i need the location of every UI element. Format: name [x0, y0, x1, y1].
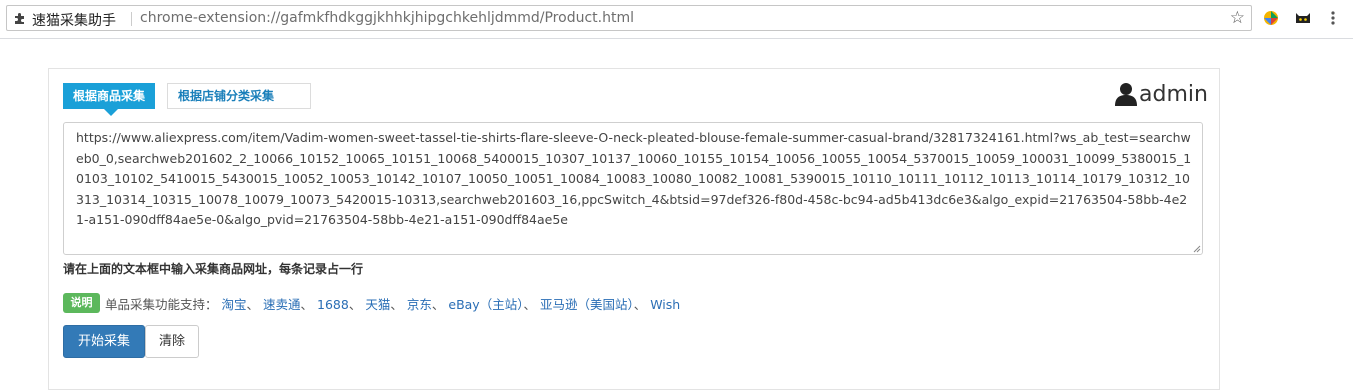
- platform-link-ebay[interactable]: eBay（主站）: [448, 297, 523, 312]
- supported-prefix: 单品采集功能支持：: [105, 297, 218, 312]
- address-separator: [131, 12, 132, 26]
- url-text[interactable]: chrome-extension://gafmkfhdkggjkhhkjhipg…: [140, 10, 634, 26]
- platform-link-wish[interactable]: Wish: [650, 297, 680, 312]
- site-name: 速猫采集助手: [32, 13, 116, 29]
- bookmark-star-icon[interactable]: ☆: [1230, 8, 1245, 28]
- extension-puzzle-icon: [15, 13, 24, 24]
- platform-link-taobao[interactable]: 淘宝: [222, 297, 247, 312]
- platform-link-amazon[interactable]: 亚马逊（美国站）: [540, 297, 634, 312]
- product-url-text: https://www.aliexpress.com/item/Vadim-wo…: [76, 130, 1192, 227]
- cat-extension-icon[interactable]: [1294, 9, 1312, 27]
- note-badge: 说明: [63, 293, 100, 313]
- resize-handle-icon[interactable]: [1193, 245, 1201, 253]
- product-url-textarea[interactable]: https://www.aliexpress.com/item/Vadim-wo…: [63, 122, 1203, 255]
- clear-button[interactable]: 清除: [145, 325, 199, 358]
- menu-kebab-icon[interactable]: [1328, 9, 1338, 27]
- platform-link-jd[interactable]: 京东: [407, 297, 432, 312]
- list-separator: 、: [390, 297, 403, 312]
- platform-link-aliexpress[interactable]: 速卖通: [263, 297, 301, 312]
- list-separator: 、: [300, 297, 314, 312]
- start-collect-button[interactable]: 开始采集: [63, 325, 145, 358]
- list-separator: 、: [633, 297, 647, 312]
- list-separator: 、: [431, 297, 445, 312]
- tab-collect-by-product[interactable]: 根据商品采集: [63, 83, 155, 109]
- list-separator: 、: [246, 297, 260, 312]
- platform-link-1688[interactable]: 1688: [317, 297, 349, 312]
- active-tab-arrow: [104, 109, 118, 116]
- username: admin: [1139, 82, 1208, 107]
- list-separator: 、: [348, 297, 362, 312]
- browser-toolbar: 速猫采集助手 chrome-extension://gafmkfhdkggjkh…: [0, 0, 1353, 39]
- list-separator: 、: [523, 297, 536, 312]
- input-hint: 请在上面的文本框中输入采集商品网址，每条记录占一行: [63, 262, 364, 276]
- supported-platforms: 单品采集功能支持： 淘宝、 速卖通、 1688、 天猫、 京东、 eBay（主站…: [105, 294, 680, 313]
- tab-collect-by-store-category[interactable]: 根据店铺分类采集: [167, 83, 311, 109]
- colorful-extension-icon[interactable]: [1262, 9, 1280, 27]
- address-bar[interactable]: 速猫采集助手 chrome-extension://gafmkfhdkggjkh…: [6, 5, 1252, 31]
- user-icon: [1115, 83, 1137, 106]
- platform-link-tmall[interactable]: 天猫: [365, 297, 390, 312]
